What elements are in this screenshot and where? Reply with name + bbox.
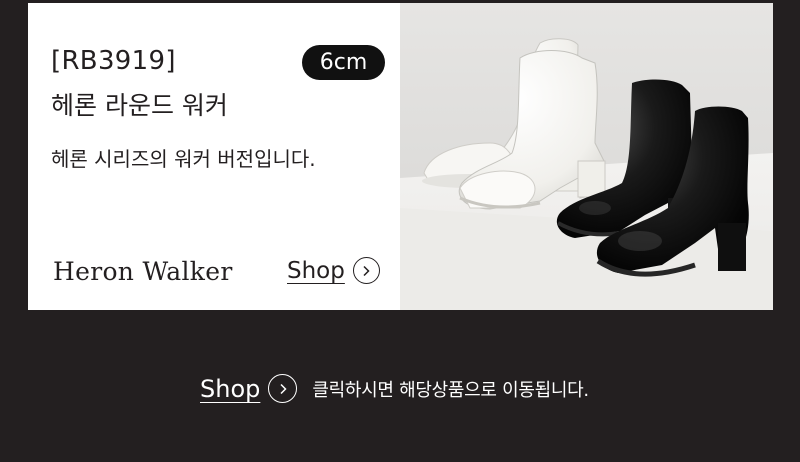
footer-shop-row: Shop 클릭하시면 해당상품으로 이동됩니다. [200,374,589,403]
footer-note: 클릭하시면 해당상품으로 이동됩니다. [312,379,589,401]
product-code: [RB3919] [51,46,176,76]
series-name: Heron Walker [53,257,233,286]
boots-illustration [400,3,773,310]
card-shop-link[interactable]: Shop [287,257,380,284]
product-card: [RB3919] 6cm 헤론 라운드 워커 헤론 시리즈의 워커 버전입니다.… [28,3,773,310]
card-shop-label[interactable]: Shop [287,258,345,284]
footer-shop-label[interactable]: Shop [200,375,260,403]
product-name: 헤론 라운드 워커 [51,91,228,120]
product-description: 헤론 시리즈의 워커 버전입니다. [51,147,316,171]
product-photo[interactable] [400,3,773,310]
heel-height-badge: 6cm [302,45,385,80]
chevron-right-circle-icon[interactable] [268,374,298,403]
product-info-panel: [RB3919] 6cm 헤론 라운드 워커 헤론 시리즈의 워커 버전입니다.… [28,3,400,310]
chevron-right-circle-icon[interactable] [352,257,380,284]
footer-shop-link[interactable]: Shop [200,374,298,403]
